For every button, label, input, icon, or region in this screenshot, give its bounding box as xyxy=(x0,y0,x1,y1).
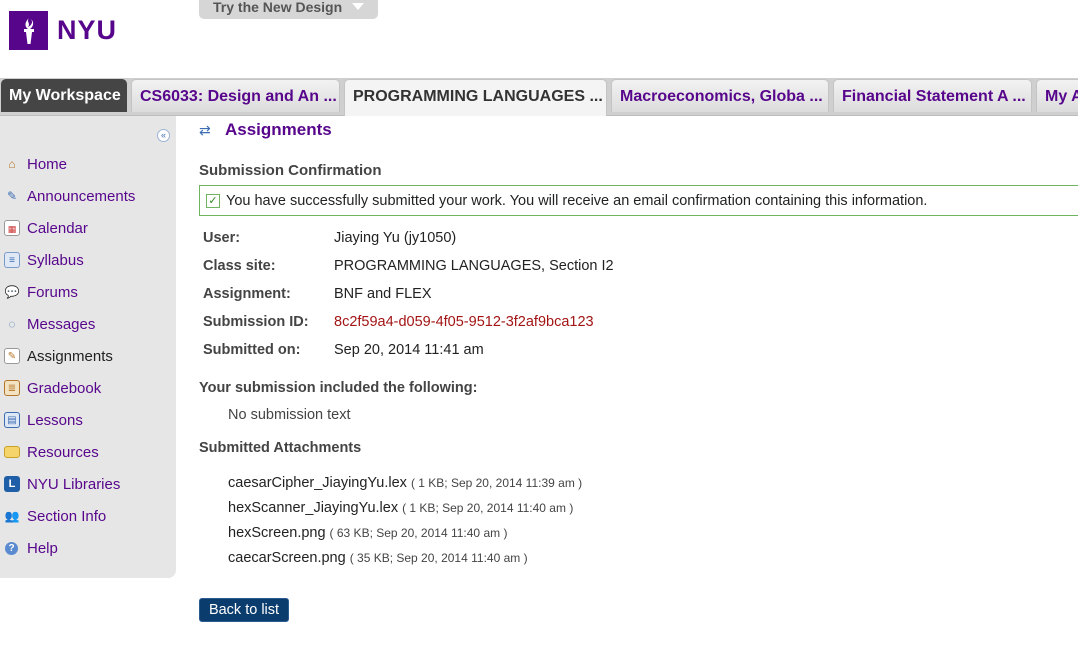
sidebar-item-home[interactable]: ⌂ Home xyxy=(0,148,176,180)
megaphone-icon: ✎ xyxy=(6,189,18,203)
no-submission-text: No submission text xyxy=(228,407,351,423)
messages-icon: ◌ xyxy=(8,317,16,331)
submitted-on-value: Sep 20, 2014 11:41 am xyxy=(334,342,484,358)
sidebar-item-label: Resources xyxy=(27,443,99,461)
sidebar-item-label: Lessons xyxy=(27,411,83,429)
success-message-box: ✓ You have successfully submitted your w… xyxy=(199,185,1078,216)
site-tabs: My Workspace CS6033: Design and An ... P… xyxy=(0,78,1078,116)
back-to-list-button[interactable]: Back to list xyxy=(199,598,289,622)
info-row-user: User: Jiaying Yu (jy1050) xyxy=(203,224,803,252)
section-info-icon: 👥 xyxy=(4,509,20,523)
logo-text: NYU xyxy=(57,15,118,45)
attachment-item: hexScreen.png ( 63 KB; Sep 20, 2014 11:4… xyxy=(228,520,582,545)
tab-my-workspace[interactable]: My Workspace xyxy=(1,79,127,112)
attachment-name: hexScreen.png xyxy=(228,524,326,541)
tab-programming-languages[interactable]: PROGRAMMING LANGUAGES ... xyxy=(344,79,607,116)
sidebar-item-syllabus[interactable]: ≡ Syllabus xyxy=(0,244,176,276)
reset-icon[interactable]: ⇄ xyxy=(199,123,213,137)
info-row-submitted-on: Submitted on: Sep 20, 2014 11:41 am xyxy=(203,336,803,364)
folder-icon xyxy=(4,446,20,458)
sidebar-item-section-info[interactable]: 👥 Section Info xyxy=(0,500,176,532)
info-row-submission-id: Submission ID: 8c2f59a4-d059-4f05-9512-3… xyxy=(203,308,803,336)
attachment-meta: ( 1 KB; Sep 20, 2014 11:39 am ) xyxy=(410,475,583,490)
submission-info: User: Jiaying Yu (jy1050) Class site: PR… xyxy=(203,224,803,364)
tab-my-a[interactable]: My A xyxy=(1036,79,1078,112)
attachment-meta: ( 1 KB; Sep 20, 2014 11:40 am ) xyxy=(402,500,574,515)
help-icon: ? xyxy=(5,541,18,555)
library-icon: L xyxy=(4,476,20,492)
syllabus-icon: ≡ xyxy=(4,252,20,268)
confirmation-heading: Submission Confirmation xyxy=(199,162,382,179)
chevron-down-icon xyxy=(352,3,365,10)
attachment-item: hexScanner_JiayingYu.lex ( 1 KB; Sep 20,… xyxy=(228,495,582,520)
sidebar-item-label: Calendar xyxy=(27,219,88,237)
sidebar-item-gradebook[interactable]: ≣ Gradebook xyxy=(0,372,176,404)
sidebar-item-label: Gradebook xyxy=(27,379,102,397)
sidebar-item-label: Home xyxy=(27,155,68,173)
class-site-label: Class site: xyxy=(203,258,276,274)
submission-id-label: Submission ID: xyxy=(203,314,309,330)
assignments-icon: ✎ xyxy=(4,348,20,364)
attachment-name: hexScanner_JiayingYu.lex xyxy=(228,499,399,516)
class-site-value: PROGRAMMING LANGUAGES, Section I2 xyxy=(334,258,614,274)
sidebar-item-messages[interactable]: ◌ Messages xyxy=(0,308,176,340)
tool-menu: ⌂ Home ✎ Announcements ▦ Calendar ≡ Syll… xyxy=(0,148,176,564)
sidebar-item-label: Help xyxy=(27,539,58,557)
try-new-design-button[interactable]: Try the New Design xyxy=(199,0,378,19)
info-row-class-site: Class site: PROGRAMMING LANGUAGES, Secti… xyxy=(203,252,803,280)
lessons-icon: ▤ xyxy=(4,412,20,428)
sidebar-item-assignments[interactable]: ✎ Assignments xyxy=(0,340,176,372)
sidebar-item-label: Syllabus xyxy=(27,251,84,269)
assignment-label: Assignment: xyxy=(203,286,291,302)
forums-icon: 💬 xyxy=(4,285,20,299)
attachments-list: caesarCipher_JiayingYu.lex ( 1 KB; Sep 2… xyxy=(228,470,582,570)
user-value: Jiaying Yu (jy1050) xyxy=(334,230,457,246)
submitted-on-label: Submitted on: xyxy=(203,342,301,358)
tool-title: ⇄ Assignments xyxy=(199,120,332,140)
attachment-item: caecarScreen.png ( 35 KB; Sep 20, 2014 1… xyxy=(228,545,582,570)
collapse-sidebar-icon[interactable]: « xyxy=(157,129,170,142)
sidebar-item-lessons[interactable]: ▤ Lessons xyxy=(0,404,176,436)
sidebar-item-resources[interactable]: Resources xyxy=(0,436,176,468)
included-heading: Your submission included the following: xyxy=(199,380,478,396)
gradebook-icon: ≣ xyxy=(4,380,20,396)
submission-id-value: 8c2f59a4-d059-4f05-9512-3f2af9bca123 xyxy=(334,314,594,330)
attachment-name: caecarScreen.png xyxy=(228,549,346,566)
sidebar-item-forums[interactable]: 💬 Forums xyxy=(0,276,176,308)
sidebar-item-label: Forums xyxy=(27,283,78,301)
attachments-heading: Submitted Attachments xyxy=(199,440,362,456)
sidebar-item-label: Messages xyxy=(27,315,96,333)
attachment-item: caesarCipher_JiayingYu.lex ( 1 KB; Sep 2… xyxy=(228,470,582,495)
try-new-design-label: Try the New Design xyxy=(213,0,343,15)
sidebar-item-calendar[interactable]: ▦ Calendar xyxy=(0,212,176,244)
user-label: User: xyxy=(203,230,241,246)
tab-cs6033[interactable]: CS6033: Design and An ... xyxy=(131,79,340,112)
attachment-meta: ( 63 KB; Sep 20, 2014 11:40 am ) xyxy=(329,525,508,540)
tab-financial-statement[interactable]: Financial Statement A ... xyxy=(833,79,1032,112)
sidebar-item-announcements[interactable]: ✎ Announcements xyxy=(0,180,176,212)
sidebar-item-label: Section Info xyxy=(27,507,107,525)
success-message: You have successfully submitted your wor… xyxy=(226,192,928,209)
info-row-assignment: Assignment: BNF and FLEX xyxy=(203,280,803,308)
assignment-value: BNF and FLEX xyxy=(334,286,432,302)
sidebar-item-nyu-libraries[interactable]: L NYU Libraries xyxy=(0,468,176,500)
calendar-icon: ▦ xyxy=(4,220,20,236)
home-icon: ⌂ xyxy=(8,157,16,171)
torch-icon xyxy=(9,11,48,50)
nyu-logo[interactable]: NYU xyxy=(9,11,117,50)
tool-sidebar: « ⌂ Home ✎ Announcements ▦ Calendar ≡ Sy… xyxy=(0,116,176,578)
header: NYU Try the New Design xyxy=(0,0,1078,78)
attachment-meta: ( 35 KB; Sep 20, 2014 11:40 am ) xyxy=(349,550,528,565)
page-title: Assignments xyxy=(225,120,332,139)
sidebar-item-label: Announcements xyxy=(27,187,136,205)
sidebar-item-label: NYU Libraries xyxy=(27,475,121,493)
attachment-name: caesarCipher_JiayingYu.lex xyxy=(228,474,407,491)
checkmark-icon: ✓ xyxy=(206,193,220,208)
tab-macroeconomics[interactable]: Macroeconomics, Globa ... xyxy=(611,79,829,112)
sidebar-item-help[interactable]: ? Help xyxy=(0,532,176,564)
sidebar-item-label: Assignments xyxy=(27,347,113,365)
